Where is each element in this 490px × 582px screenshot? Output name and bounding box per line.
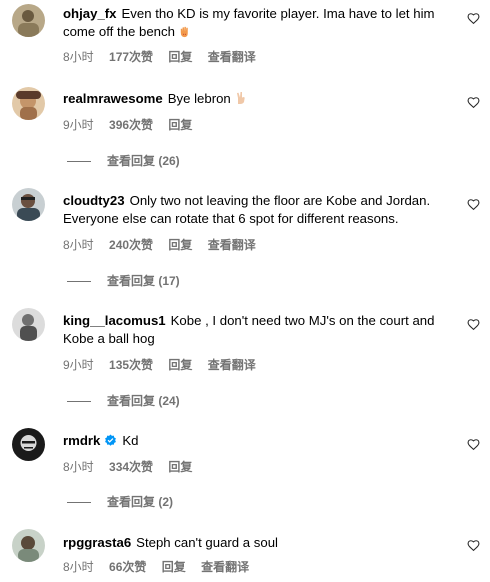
verified-badge-icon [104,434,117,452]
translate-button[interactable]: 查看翻译 [208,50,256,64]
translate-button[interactable]: 查看翻译 [208,238,256,252]
reply-button[interactable]: 回复 [168,460,192,474]
reply-button[interactable]: 回复 [168,358,192,372]
comment-body: king__lacomus1 Kobe , I don't need two MJ… [63,312,455,348]
view-replies-label[interactable]: 查看回复 (17) [107,274,180,288]
comment-text: Steph can't guard a soul [136,535,278,550]
comment-time: 9小时 [63,358,94,372]
comment-meta: 8小时 240次赞 回复 查看翻译 [63,236,268,253]
comment-time: 9小时 [63,118,94,132]
comment-username[interactable]: realmrawesome [63,91,163,106]
comment-username[interactable]: rmdrk [63,433,100,448]
reply-button[interactable]: 回复 [168,50,192,64]
translate-button[interactable]: 查看翻译 [201,560,249,574]
comment-body: cloudty23 Only two not leaving the floor … [63,192,455,228]
avatar[interactable] [12,308,45,341]
comment-username[interactable]: ohjay_fx [63,6,117,21]
view-replies-button[interactable]: 查看回复 (26) [67,152,180,169]
view-replies-label[interactable]: 查看回复 (26) [107,154,180,168]
view-replies-button[interactable]: 查看回复 (24) [67,392,180,409]
comment-meta: 9小时 396次赞 回复 [63,116,204,133]
reply-button[interactable]: 回复 [168,238,192,252]
comment-body: realmrawesome Bye lebron [63,90,455,110]
replies-divider-line [67,502,91,504]
comment-time: 8小时 [63,238,94,252]
heart-outline-icon[interactable] [467,12,480,25]
comment-time: 8小时 [63,50,94,64]
avatar[interactable] [12,188,45,221]
heart-outline-icon[interactable] [467,438,480,451]
view-replies-label[interactable]: 查看回复 (24) [107,394,180,408]
comment-text: Kd [122,433,139,448]
comment-text: Bye lebron [167,91,231,106]
comment-text: Even tho KD is my favorite player. Ima h… [63,6,435,39]
translate-button[interactable]: 查看翻译 [208,358,256,372]
comment-time: 8小时 [63,460,94,474]
view-replies-button[interactable]: 查看回复 (17) [67,272,180,289]
likes-count[interactable]: 334次赞 [109,460,153,474]
heart-outline-icon[interactable] [467,318,480,331]
avatar[interactable] [12,529,45,562]
likes-count[interactable]: 240次赞 [109,238,153,252]
likes-count[interactable]: 135次赞 [109,358,153,372]
avatar[interactable] [12,87,45,120]
comment-body: ohjay_fx Even tho KD is my favorite playe… [63,5,455,43]
replies-divider-line [67,401,91,403]
comment-body: rpggrasta6 Steph can't guard a soul [63,534,455,552]
comment-username[interactable]: cloudty23 [63,193,125,208]
peace-hand-emoji-icon [234,91,248,110]
comment-username[interactable]: king__lacomus1 [63,313,166,328]
comment-meta: 8小时 334次赞 回复 [63,458,204,475]
comment-username[interactable]: rpggrasta6 [63,535,131,550]
replies-divider-line [67,281,91,283]
view-replies-button[interactable]: 查看回复 (2) [67,493,173,510]
hand-emoji-icon [178,25,191,43]
comment-meta: 8小时 177次赞 回复 查看翻译 [63,48,268,65]
reply-button[interactable]: 回复 [168,118,192,132]
avatar[interactable] [12,4,45,37]
reply-button[interactable]: 回复 [162,560,186,574]
heart-outline-icon[interactable] [467,96,480,109]
likes-count[interactable]: 66次赞 [109,560,146,574]
comment-meta: 8小时 66次赞 回复 查看翻译 [63,558,261,575]
comment-body: rmdrk Kd [63,432,455,452]
heart-outline-icon[interactable] [467,198,480,211]
avatar[interactable] [12,428,45,461]
heart-outline-icon[interactable] [467,539,480,552]
likes-count[interactable]: 177次赞 [109,50,153,64]
comment-meta: 9小时 135次赞 回复 查看翻译 [63,356,268,373]
replies-divider-line [67,161,91,163]
comment-time: 8小时 [63,560,94,574]
view-replies-label[interactable]: 查看回复 (2) [107,495,173,509]
likes-count[interactable]: 396次赞 [109,118,153,132]
